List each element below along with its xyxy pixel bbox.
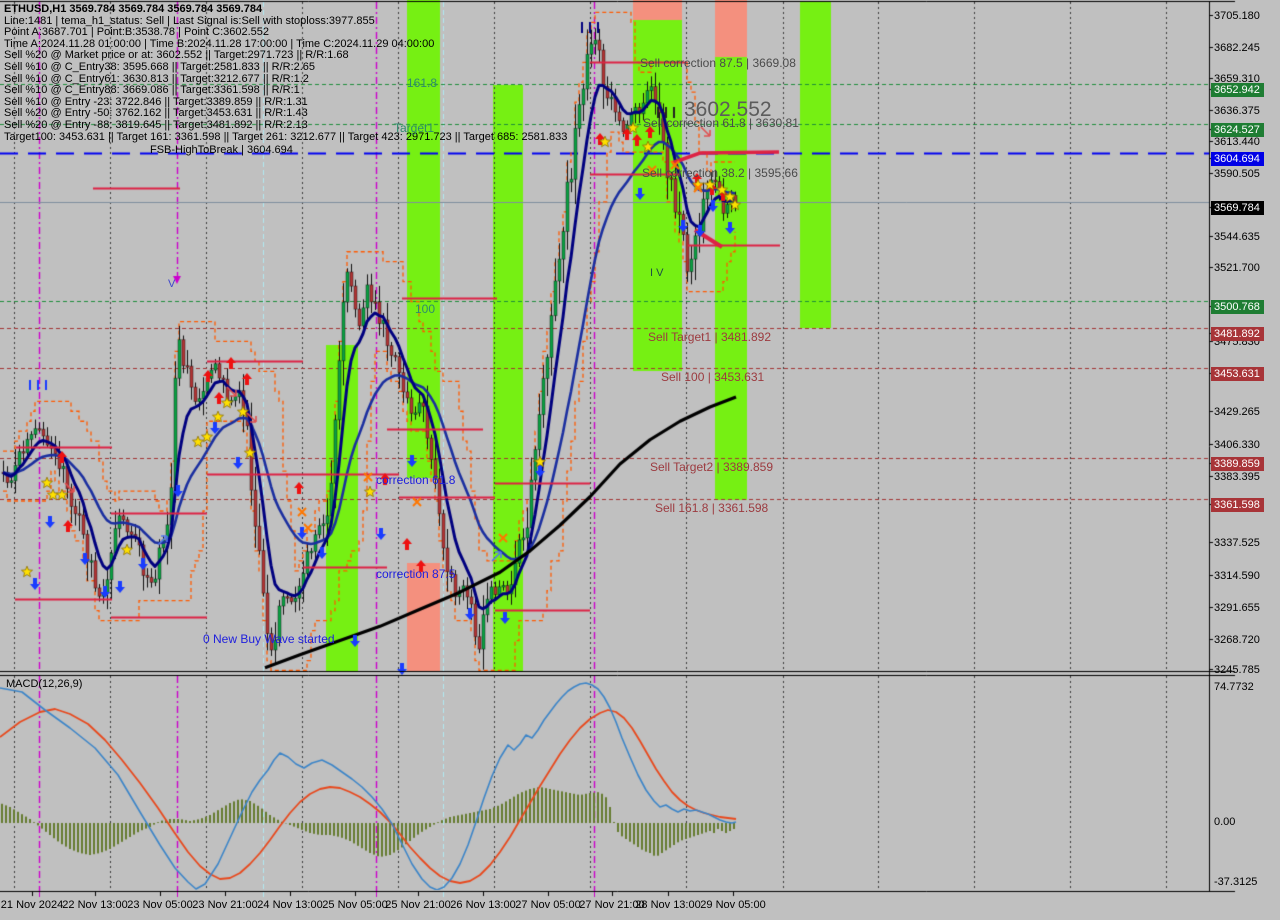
macd-scale-min: -37.3125 — [1214, 876, 1257, 888]
trading-terminal: ETHUSD,H1 3569.784 3569.784 3569.784 356… — [0, 0, 1280, 920]
macd-scale-zero: 0.00 — [1214, 816, 1235, 828]
macd-scale-max: 74.7732 — [1214, 681, 1254, 693]
macd-indicator-label: MACD(12,26,9) — [6, 679, 82, 690]
fsb-breakout-label: FSB-HighToBreak | 3604.694 — [150, 145, 293, 156]
price-chart-canvas[interactable] — [0, 0, 1280, 920]
